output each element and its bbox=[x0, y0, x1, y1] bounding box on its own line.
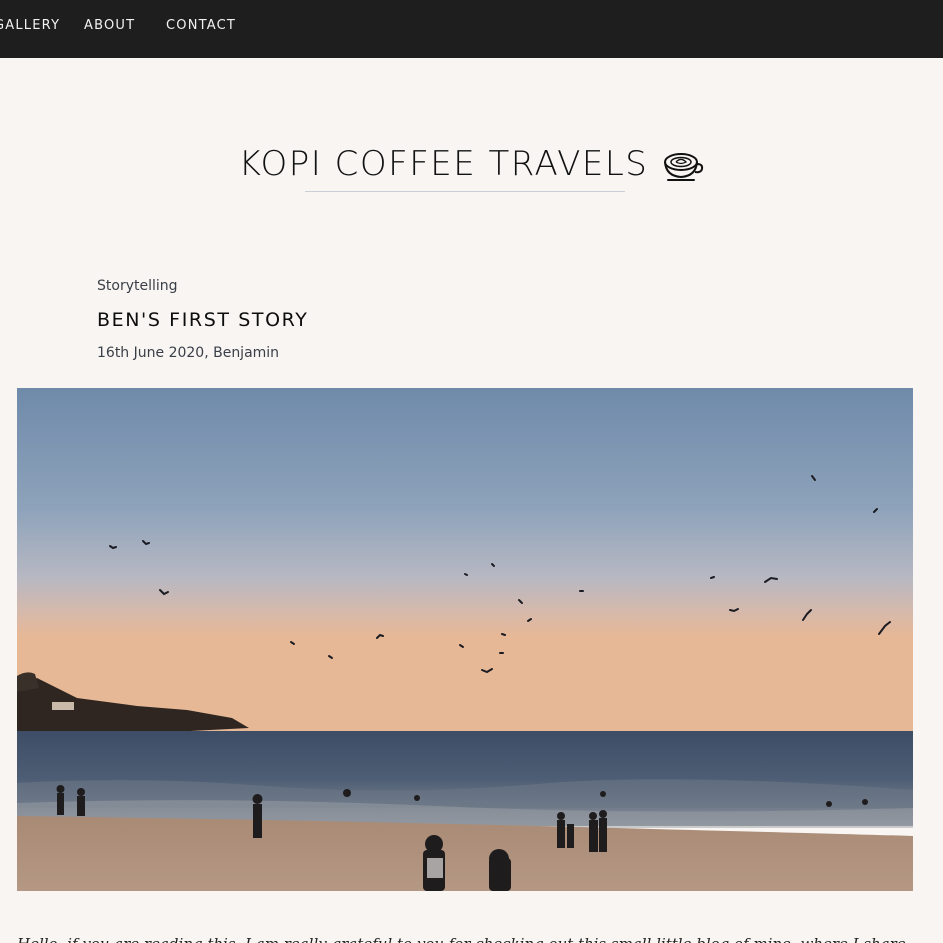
nav-link-contact[interactable]: CONTACT bbox=[166, 18, 236, 34]
nav-link-gallery[interactable]: GALLERY bbox=[0, 18, 60, 34]
post-title[interactable]: BEN'S FIRST STORY bbox=[97, 307, 308, 333]
post-body-excerpt: Hello, if you are reading this, I am rea… bbox=[17, 932, 927, 943]
site-title[interactable]: KOPI COFFEE TRAVELS bbox=[239, 140, 649, 188]
nav-link-about[interactable]: ABOUT bbox=[84, 18, 135, 34]
title-underline bbox=[305, 191, 625, 192]
coffee-cup-icon bbox=[662, 150, 704, 186]
hero-image bbox=[17, 388, 913, 891]
post-meta: 16th June 2020, Benjamin bbox=[97, 345, 280, 361]
top-navbar: GALLERY ABOUT CONTACT bbox=[0, 0, 943, 58]
post-category[interactable]: Storytelling bbox=[97, 277, 178, 295]
